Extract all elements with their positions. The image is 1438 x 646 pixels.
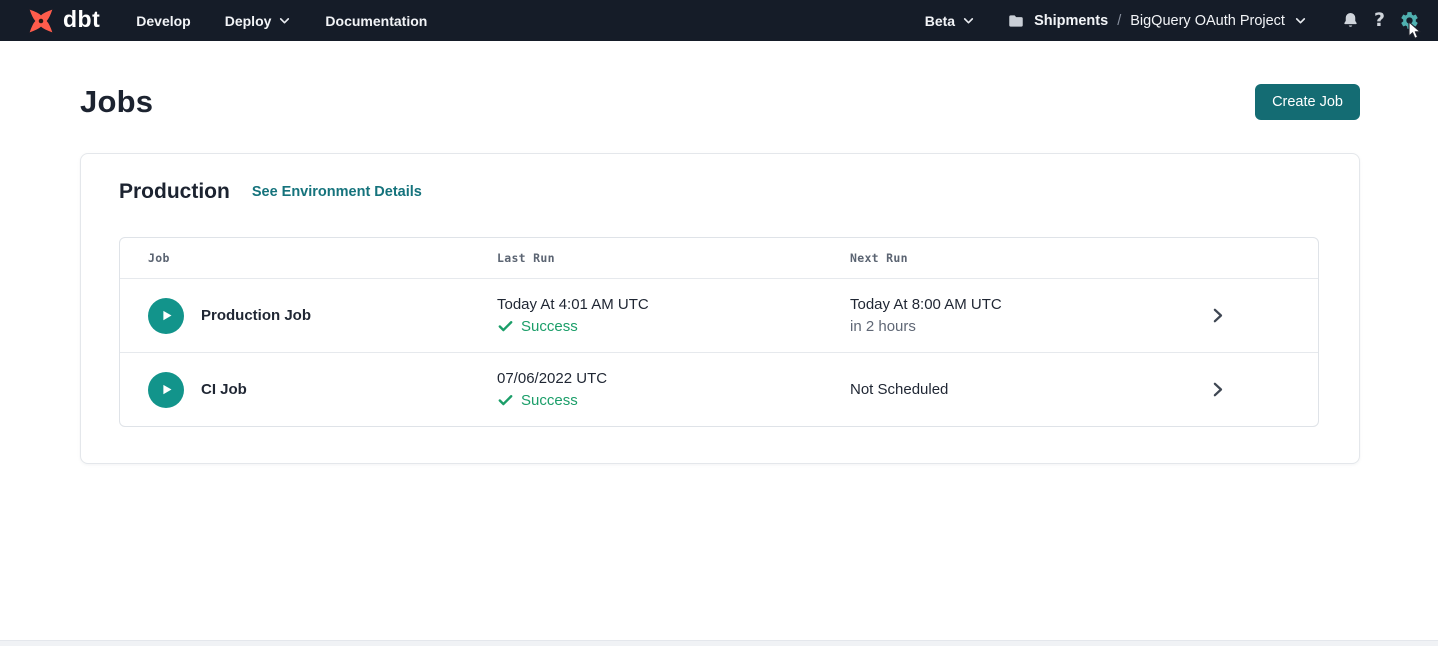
run-job-button[interactable] (148, 298, 184, 334)
project-name: BigQuery OAuth Project (1130, 13, 1285, 29)
dbt-logo-text: dbt (63, 8, 100, 34)
status-text: Success (521, 392, 578, 409)
question-mark-icon: ? (1374, 11, 1385, 30)
job-cell: Production Job (120, 279, 497, 352)
jobs-page: Jobs Create Job Production See Environme… (0, 41, 1438, 464)
dbt-pinwheel-icon (24, 4, 58, 38)
check-icon (497, 392, 514, 409)
page-header: Jobs Create Job (80, 84, 1360, 120)
folder-icon (1007, 12, 1025, 30)
chevron-down-icon (1294, 14, 1307, 27)
notifications-button[interactable] (1341, 11, 1360, 30)
nav-item-deploy-label: Deploy (225, 13, 272, 29)
last-run-time: 07/06/2022 UTC (497, 370, 850, 387)
project-breadcrumb[interactable]: Shipments / BigQuery OAuth Project (1007, 12, 1307, 30)
table-row-production-job[interactable]: Production Job Today At 4:01 AM UTC Succ… (120, 278, 1318, 352)
beta-label: Beta (925, 13, 955, 29)
play-icon (159, 308, 174, 323)
job-name: CI Job (201, 381, 247, 398)
last-run-time: Today At 4:01 AM UTC (497, 296, 850, 313)
dbt-logo[interactable]: dbt (24, 4, 100, 38)
next-run-cell: Not Scheduled (850, 353, 1190, 426)
chevron-down-icon (278, 14, 291, 27)
status-text: Success (521, 318, 578, 335)
last-run-status: Success (497, 318, 850, 335)
bottom-strip (0, 640, 1438, 646)
column-header-job: Job (120, 238, 497, 278)
last-run-status: Success (497, 392, 850, 409)
settings-button[interactable] (1399, 10, 1420, 31)
nav-item-develop-label: Develop (136, 13, 190, 29)
job-details-button[interactable] (1190, 279, 1318, 352)
job-cell: CI Job (120, 353, 497, 426)
chevron-down-icon (962, 14, 975, 27)
run-job-button[interactable] (148, 372, 184, 408)
next-run-relative: in 2 hours (850, 318, 1190, 335)
environment-title: Production (119, 180, 230, 204)
account-name: Shipments (1034, 13, 1108, 29)
jobs-table-header: Job Last Run Next Run (120, 238, 1318, 278)
environment-card-header: Production See Environment Details (119, 180, 1319, 204)
column-header-last-run: Last Run (497, 238, 850, 278)
next-run-cell: Today At 8:00 AM UTC in 2 hours (850, 279, 1190, 352)
beta-menu[interactable]: Beta (925, 13, 975, 29)
column-header-next-run: Next Run (850, 238, 1190, 278)
chevron-right-icon (1207, 379, 1228, 400)
create-job-button[interactable]: Create Job (1255, 84, 1360, 120)
primary-nav: Develop Deploy Documentation (136, 13, 427, 29)
job-name: Production Job (201, 307, 311, 324)
play-icon (159, 382, 174, 397)
check-icon (497, 318, 514, 335)
breadcrumb-separator: / (1117, 13, 1121, 29)
nav-item-develop[interactable]: Develop (136, 13, 190, 29)
jobs-table: Job Last Run Next Run Production Job Tod… (119, 237, 1319, 427)
nav-item-deploy[interactable]: Deploy (225, 13, 292, 29)
top-navbar: dbt Develop Deploy Documentation Beta (0, 0, 1438, 41)
table-row-ci-job[interactable]: CI Job 07/06/2022 UTC Success Not Schedu… (120, 352, 1318, 426)
job-details-button[interactable] (1190, 353, 1318, 426)
navbar-right-group: Beta Shipments / BigQuery OAuth Project (925, 10, 1420, 31)
bell-icon (1341, 11, 1360, 30)
last-run-cell: Today At 4:01 AM UTC Success (497, 279, 850, 352)
nav-item-documentation[interactable]: Documentation (325, 13, 427, 29)
environment-card: Production See Environment Details Job L… (80, 153, 1360, 464)
chevron-right-icon (1207, 305, 1228, 326)
last-run-cell: 07/06/2022 UTC Success (497, 353, 850, 426)
next-run-time: Not Scheduled (850, 381, 1190, 398)
column-header-actions (1190, 238, 1318, 278)
see-environment-details-link[interactable]: See Environment Details (252, 184, 422, 200)
help-button[interactable]: ? (1374, 11, 1385, 30)
page-title: Jobs (80, 84, 153, 120)
next-run-time: Today At 8:00 AM UTC (850, 296, 1190, 313)
gear-icon (1399, 10, 1420, 31)
nav-item-documentation-label: Documentation (325, 13, 427, 29)
